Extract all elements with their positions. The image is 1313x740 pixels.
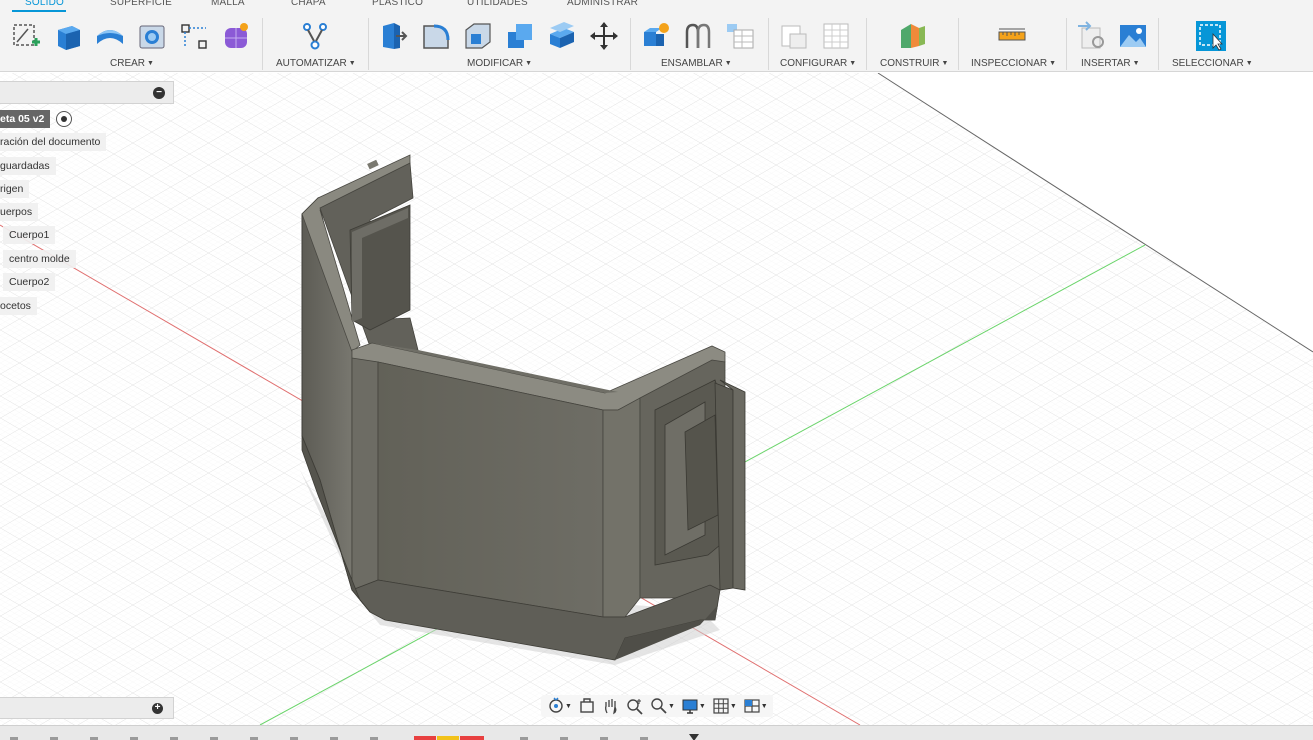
group-label-automatizar[interactable]: AUTOMATIZAR ▼ xyxy=(276,58,356,69)
display-settings-icon[interactable] xyxy=(679,696,701,716)
configure-icon[interactable] xyxy=(778,20,810,52)
group-label-insertar[interactable]: INSERTAR ▼ xyxy=(1081,58,1140,69)
group-label-construir[interactable]: CONSTRUIR ▼ xyxy=(880,58,948,69)
divider xyxy=(958,18,959,70)
tree-item-named-views[interactable]: guardadas xyxy=(0,157,56,175)
configure-table-icon[interactable] xyxy=(820,20,852,52)
joint-icon[interactable] xyxy=(682,20,714,52)
create-sketch-icon[interactable] xyxy=(10,20,42,52)
insert-image-icon[interactable] xyxy=(1117,20,1149,52)
orbit-icon[interactable] xyxy=(545,696,567,716)
divider xyxy=(368,18,369,70)
browser-panel-header[interactable]: − xyxy=(0,81,174,104)
chevron-down-icon[interactable]: ▼ xyxy=(699,703,706,710)
tree-item-body-2[interactable]: Cuerpo2 xyxy=(3,273,56,291)
navigation-bar: ▼ ▼ ▼ ▼ ▼ xyxy=(541,695,773,717)
plus-icon[interactable]: + xyxy=(152,703,163,714)
ground-grid xyxy=(0,73,1313,725)
tab-malla[interactable]: MALLA xyxy=(211,0,245,8)
timeline-feature-error[interactable] xyxy=(460,736,484,740)
divider xyxy=(630,18,631,70)
pan-icon[interactable] xyxy=(600,696,622,716)
chevron-down-icon[interactable]: ▼ xyxy=(565,703,572,710)
new-component-icon[interactable] xyxy=(640,20,672,52)
divider xyxy=(1066,18,1067,70)
zoom-icon[interactable] xyxy=(624,696,646,716)
tab-chapa[interactable]: CHAPA xyxy=(291,0,326,8)
timeline-feature-warning[interactable] xyxy=(437,736,459,740)
divider xyxy=(1158,18,1159,70)
group-label-seleccionar[interactable]: SELECCIONAR ▼ xyxy=(1172,58,1253,69)
chevron-down-icon[interactable]: ▼ xyxy=(761,703,768,710)
active-component-radio-icon[interactable] xyxy=(56,111,72,127)
tree-item-document-settings[interactable]: ración del documento xyxy=(0,133,107,151)
browser-root-document[interactable]: eta 05 v2 xyxy=(0,110,51,128)
ribbon-toolbar: CREAR ▼ AUTOMATIZAR ▼ MODIFICAR ▼ ENSAMBLAR… xyxy=(0,12,1313,72)
table-icon[interactable] xyxy=(724,20,756,52)
select-icon[interactable] xyxy=(1195,20,1227,52)
canvas-viewport[interactable] xyxy=(0,73,1313,725)
timeline-feature-error[interactable] xyxy=(414,736,436,740)
chevron-down-icon[interactable]: ▼ xyxy=(668,703,675,710)
tab-plastico[interactable]: PLÁSTICO xyxy=(372,0,423,8)
timeline-bar[interactable] xyxy=(0,725,1313,740)
tab-administrar[interactable]: ADMINISTRAR xyxy=(567,0,638,8)
insert-derive-icon[interactable] xyxy=(1076,20,1108,52)
group-label-inspeccionar[interactable]: INSPECCIONAR ▼ xyxy=(971,58,1056,69)
chevron-down-icon[interactable]: ▼ xyxy=(730,703,737,710)
offset-face-icon[interactable] xyxy=(546,20,578,52)
group-label-crear[interactable]: CREAR ▼ xyxy=(110,58,154,69)
tree-item-sketches[interactable]: ocetos xyxy=(0,297,37,315)
group-label-configurar[interactable]: CONFIGURAR ▼ xyxy=(780,58,856,69)
grid-icon[interactable] xyxy=(710,696,732,716)
tree-item-body-centro-molde[interactable]: centro molde xyxy=(3,250,76,268)
tree-item-origin[interactable]: rigen xyxy=(0,180,30,198)
press-pull-icon[interactable] xyxy=(378,20,410,52)
divider xyxy=(262,18,263,70)
measure-icon[interactable] xyxy=(996,20,1028,52)
group-label-ensamblar[interactable]: ENSAMBLAR ▼ xyxy=(661,58,732,69)
automate-icon[interactable] xyxy=(299,20,331,52)
divider xyxy=(768,18,769,70)
fillet-icon[interactable] xyxy=(420,20,452,52)
look-at-icon[interactable] xyxy=(576,696,598,716)
combine-icon[interactable] xyxy=(504,20,536,52)
timeline-marker[interactable] xyxy=(689,734,699,740)
minus-icon[interactable]: − xyxy=(153,87,165,99)
divider xyxy=(866,18,867,70)
revolve-icon[interactable] xyxy=(94,20,126,52)
workspace-tabs: SÓLIDO SUPERFICIE MALLA CHAPA PLÁSTICO U… xyxy=(0,0,1313,12)
hole-icon[interactable] xyxy=(136,20,168,52)
construct-plane-icon[interactable] xyxy=(897,20,929,52)
form-icon[interactable] xyxy=(220,20,252,52)
tree-item-body-1[interactable]: Cuerpo1 xyxy=(3,226,56,244)
shell-icon[interactable] xyxy=(462,20,494,52)
move-icon[interactable] xyxy=(588,20,620,52)
extrude-icon[interactable] xyxy=(52,20,84,52)
tree-item-bodies[interactable]: uerpos xyxy=(0,203,39,221)
zoom-window-icon[interactable] xyxy=(648,696,670,716)
sketch-dimension-icon[interactable] xyxy=(178,20,210,52)
tab-solido[interactable]: SÓLIDO xyxy=(25,0,64,8)
group-label-modificar[interactable]: MODIFICAR ▼ xyxy=(467,58,532,69)
tab-superficie[interactable]: SUPERFICIE xyxy=(110,0,172,8)
tab-utilidades[interactable]: UTILIDADES xyxy=(467,0,528,8)
viewports-icon[interactable] xyxy=(741,696,763,716)
comments-panel[interactable]: + xyxy=(0,697,174,719)
